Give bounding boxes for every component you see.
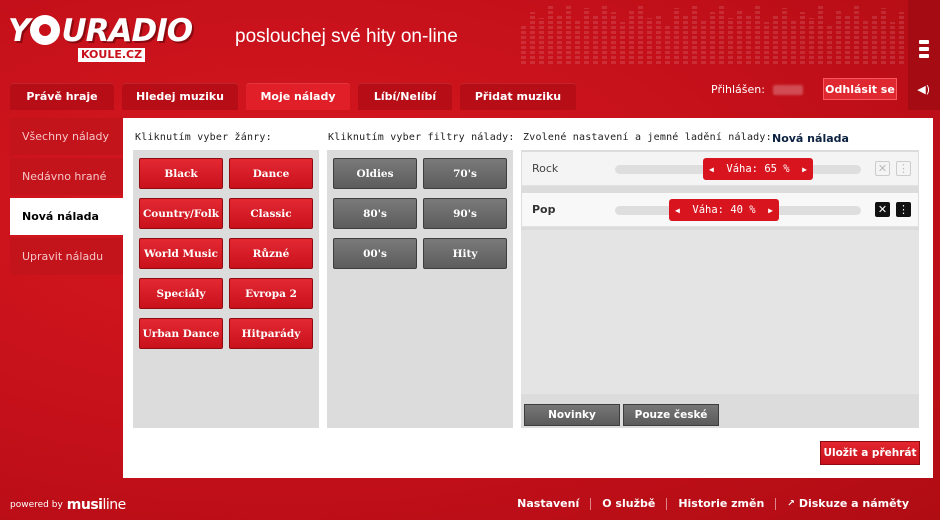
genre-button-black[interactable]: Black [139,158,223,189]
musiline-logo[interactable]: musiline [67,497,126,513]
tab-hledej-muziku[interactable]: Hledej muziku [122,83,238,110]
footer-links: Nastavení O službě Historie změn ↗ Disku… [506,497,920,510]
save-and-play-button[interactable]: Uložit a přehrát [820,441,920,465]
footer-link-o-sluzbe[interactable]: O službě [591,497,666,510]
main-tabs: Právě hraje Hledej muziku Moje nálady Lí… [10,83,576,110]
login-info: Přihlášen: [711,83,803,96]
mood-row-label: Pop [532,203,556,216]
youradio-logo[interactable]: Y URADIO KOULE.CZ [8,13,193,64]
app-window: ◀) Y URADIO KOULE.CZ poslouchej své hity … [0,0,940,520]
mood-row-label: Rock [532,162,559,175]
genres-title: Kliknutím vyber žánry: [135,132,272,143]
mood-row-pop: Pop ◀ Váha: 40 % ▶ ✕ ⋮ [522,193,918,227]
logout-button[interactable]: Odhlásit se [823,78,897,100]
login-label: Přihlášen: [711,83,765,96]
weight-slider-track[interactable]: ◀ Váha: 40 % ▶ [615,199,861,221]
genre-button-dance[interactable]: Dance [229,158,313,189]
mood-row-rock: Rock ◀ Váha: 65 % ▶ ✕ ⋮ [522,152,918,186]
sidebar-item-vsechny-nalady[interactable]: Všechny nálady [10,118,123,155]
main-panel: Kliknutím vyber žánry: Black Dance Count… [123,118,933,478]
arrow-right-icon[interactable]: ▶ [802,165,807,174]
footer-link-nastaveni[interactable]: Nastavení [506,497,590,510]
genre-button-classic[interactable]: Classic [229,198,313,229]
filters-panel: Oldies 70's 80's 90's 00's Hity [327,150,513,428]
logo-subtitle: KOULE.CZ [78,48,146,62]
equalizer-icon[interactable]: ⋮ [896,161,911,176]
arrow-left-icon[interactable]: ◀ [675,206,680,215]
weight-label: Váha: 40 % [692,204,756,216]
sidebar-item-upravit-naladu[interactable]: Upravit náladu [10,238,123,275]
filter-button-00s[interactable]: 00's [333,238,417,269]
filter-button-oldies[interactable]: Oldies [333,158,417,189]
genres-panel: Black Dance Country/Folk Classic World M… [133,150,319,428]
genre-button-evropa-2[interactable]: Evropa 2 [229,278,313,309]
weight-label: Váha: 65 % [726,163,790,175]
genre-button-urban-dance[interactable]: Urban Dance [139,318,223,349]
genre-button-world-music[interactable]: World Music [139,238,223,269]
sidebar-item-nova-nalada[interactable]: Nová nálada [10,198,123,235]
arrow-right-icon[interactable]: ▶ [768,206,773,215]
logo-wordmark: Y URADIO [8,13,193,49]
powered-label: powered by [10,500,63,510]
genre-button-country-folk[interactable]: Country/Folk [139,198,223,229]
genre-button-specialy[interactable]: Speciály [139,278,223,309]
sidebar-item-nedavno-hrane[interactable]: Nedávno hrané [10,158,123,195]
genre-button-ruzne[interactable]: Různé [229,238,313,269]
arrow-left-icon[interactable]: ◀ [709,165,714,174]
filter-button-70s[interactable]: 70's [423,158,507,189]
username-blurred [772,84,803,95]
tagline: poslouchej své hity on-line [235,26,458,47]
filter-button-80s[interactable]: 80's [333,198,417,229]
remove-icon[interactable]: ✕ [875,202,890,217]
tab-moje-nalady[interactable]: Moje nálady [246,83,350,110]
sidebar: Všechny nálady Nedávno hrané Nová nálada… [10,118,123,278]
footer-link-historie-zmen[interactable]: Historie změn [667,497,775,510]
powered-by: powered by musiline [10,497,126,513]
weight-slider-knob[interactable]: ◀ Váha: 40 % ▶ [669,199,779,221]
selected-empty-area [521,230,919,394]
tab-prave-hraje[interactable]: Právě hraje [10,83,114,110]
volume-slider-handle[interactable] [919,40,929,64]
logo-o-icon [30,15,61,45]
selected-title: Zvolené nastavení a jemné ladění nálady: [523,132,772,143]
tab-pridat-muziku[interactable]: Přidat muziku [460,83,576,110]
novinky-button[interactable]: Novinky [524,404,620,426]
weight-slider-track[interactable]: ◀ Váha: 65 % ▶ [615,158,861,180]
weight-slider-knob[interactable]: ◀ Váha: 65 % ▶ [703,158,813,180]
genre-button-hitparady[interactable]: Hitparády [229,318,313,349]
equalizer-decoration [521,4,904,64]
remove-icon[interactable]: ✕ [875,161,890,176]
filter-button-hity[interactable]: Hity [423,238,507,269]
footer-link-diskuze[interactable]: Diskuze a náměty [799,497,920,510]
filters-title: Kliknutím vyber filtry nálady: [328,132,515,143]
filter-button-90s[interactable]: 90's [423,198,507,229]
tab-libi-nelibi[interactable]: Líbí/Nelíbí [358,83,452,110]
pouze-ceske-button[interactable]: Pouze české [623,404,719,426]
mood-name: Nová nálada [772,132,849,145]
speaker-icon[interactable]: ◀) [917,83,930,96]
external-link-icon: ↗ [787,498,795,509]
equalizer-icon[interactable]: ⋮ [896,202,911,217]
